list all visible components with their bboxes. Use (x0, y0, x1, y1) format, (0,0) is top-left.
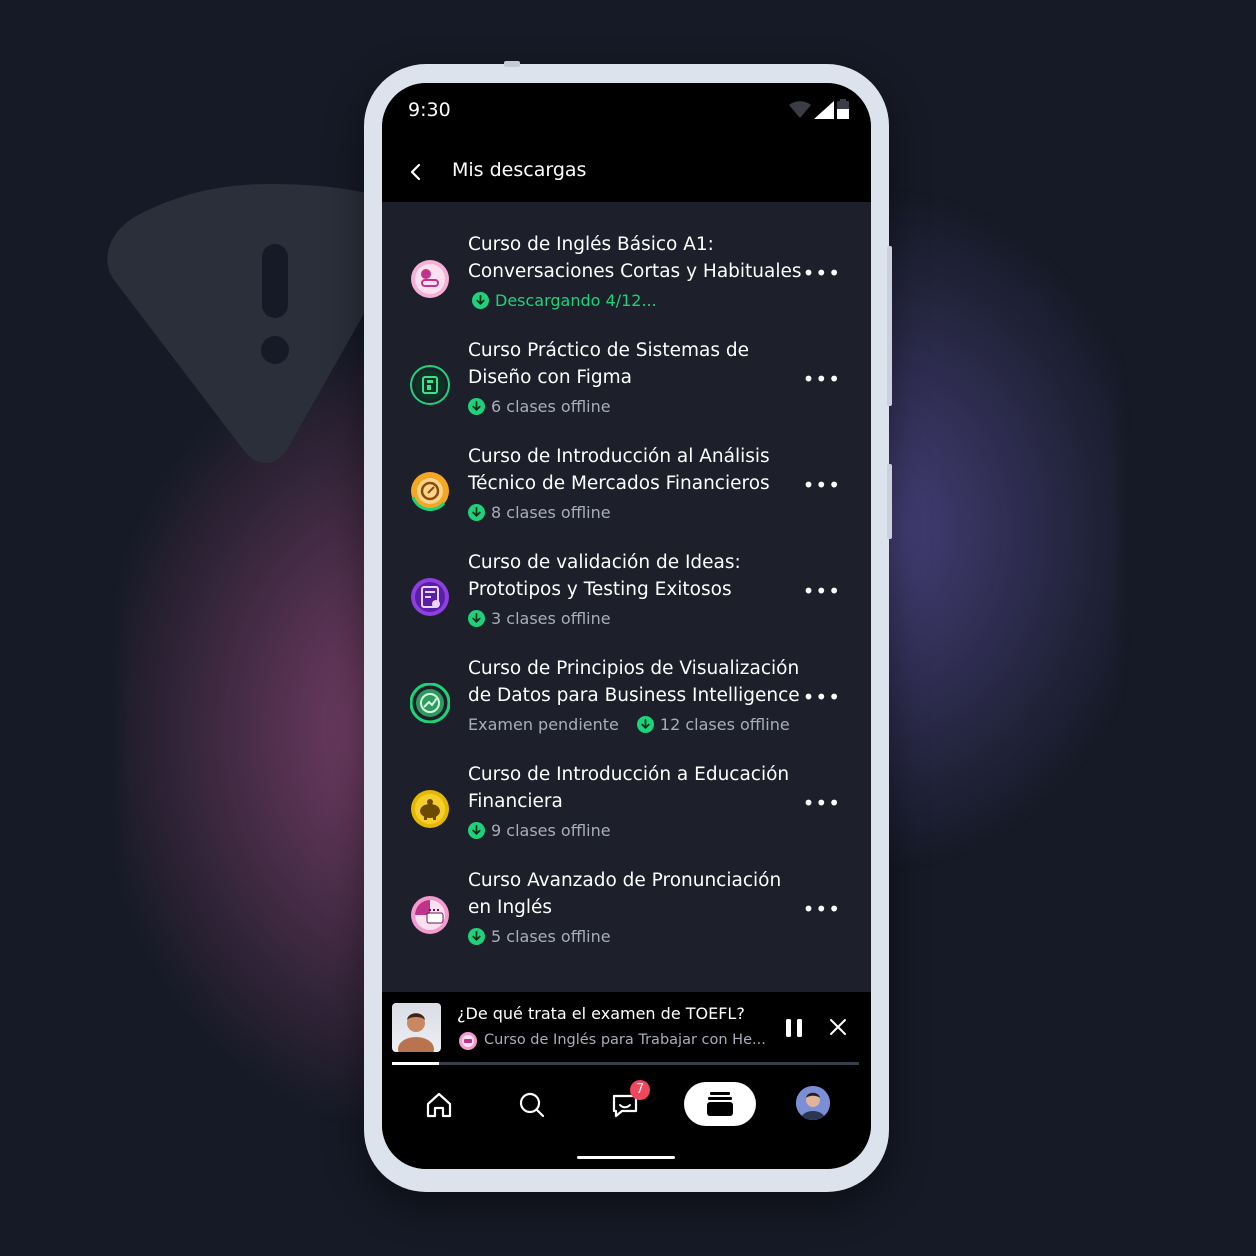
phone-frame: 9:30 Mis descargas Curso de Inglés Básic… (364, 61, 892, 1192)
video-thumbnail[interactable] (392, 1003, 441, 1052)
playback-progress-fill (392, 1062, 439, 1065)
list-item[interactable]: Curso Avanzado de Pronunciación en Inglé… (382, 857, 871, 963)
data-viz-icon (410, 683, 450, 723)
course-title: Curso de Introducción a Educación Financ… (468, 764, 790, 812)
more-options-icon[interactable]: ••• (803, 897, 841, 921)
downloaded-icon (468, 928, 485, 945)
list-item[interactable]: Curso de Introducción a Educación Financ… (382, 751, 871, 857)
download-progress-icon (472, 292, 489, 309)
search-icon[interactable] (517, 1090, 547, 1120)
figma-course-icon (410, 365, 450, 405)
close-icon[interactable] (828, 1017, 848, 1037)
mini-player[interactable]: ¿De qué trata el examen de TOEFL? Curso … (382, 992, 871, 1076)
course-status: 5 clases offline (468, 927, 611, 946)
home-icon[interactable] (424, 1090, 454, 1120)
downloaded-icon (468, 504, 485, 521)
pause-icon[interactable] (782, 1016, 806, 1040)
course-status: 8 clases offline (468, 503, 611, 522)
phone-screen: 9:30 Mis descargas Curso de Inglés Básic… (382, 83, 871, 1169)
downloaded-icon (636, 716, 654, 733)
downloaded-icon (468, 822, 485, 839)
back-icon[interactable] (404, 160, 428, 184)
list-item[interactable]: Curso de Principios de Visualización de … (382, 645, 871, 751)
course-title: Curso Avanzado de Pronunciación en Inglé… (468, 870, 782, 918)
status-text: 3 clases offline (491, 609, 611, 628)
english-course-icon (411, 260, 449, 298)
finance-chart-icon (411, 472, 449, 511)
course-badge-icon (459, 1032, 477, 1050)
more-options-icon[interactable]: ••• (803, 473, 841, 497)
bottom-nav: 7 (382, 1076, 871, 1169)
list-item[interactable]: Curso de Introducción al Análisis Técnic… (382, 433, 871, 539)
avatar-icon (796, 1086, 830, 1120)
playback-progress[interactable] (392, 1062, 859, 1065)
downloads-icon (707, 1092, 733, 1116)
prototype-icon (411, 578, 449, 616)
status-text: 5 clases offline (491, 927, 611, 946)
list-item[interactable]: Curso de validación de Ideas: Prototipos… (382, 539, 871, 645)
downloads-list: Curso de Inglés Básico A1: Conversacione… (382, 221, 871, 963)
page-title: Mis descargas (452, 159, 587, 181)
more-options-icon[interactable]: ••• (803, 261, 841, 285)
instructor-thumbnail-icon (398, 1013, 434, 1052)
course-title: Curso Práctico de Sistemas de Diseño con… (468, 340, 749, 388)
exam-pending-label: Examen pendiente (468, 715, 619, 734)
more-options-icon[interactable]: ••• (803, 791, 841, 815)
course-title: Curso de Inglés Básico A1: Conversacione… (468, 234, 802, 282)
status-time: 9:30 (408, 99, 451, 121)
course-status: 9 clases offline (468, 821, 611, 840)
piggy-bank-icon (411, 790, 449, 828)
course-title: Curso de validación de Ideas: Prototipos… (468, 552, 741, 600)
list-item[interactable]: Curso Práctico de Sistemas de Diseño con… (382, 327, 871, 433)
battery-icon (837, 99, 849, 119)
app-bar: Mis descargas (382, 143, 871, 202)
status-text: 12 clases offline (659, 715, 790, 734)
more-options-icon[interactable]: ••• (803, 579, 841, 603)
course-title: Curso de Principios de Visualización de … (468, 658, 800, 706)
course-status: Descargando 4/12... (472, 291, 657, 310)
course-status: Examen pendiente 12 clases offline (468, 715, 790, 734)
wifi-icon (789, 101, 811, 118)
english-pronunciation-icon (411, 896, 449, 934)
course-status: 6 clases offline (468, 397, 611, 416)
course-title: Curso de Introducción al Análisis Técnic… (468, 446, 770, 494)
status-bar: 9:30 (382, 83, 871, 143)
now-playing-title: ¿De qué trata el examen de TOEFL? (457, 1004, 745, 1023)
now-playing-course: Curso de Inglés para Trabajar con He... (484, 1032, 766, 1048)
more-options-icon[interactable]: ••• (803, 685, 841, 709)
tab-downloads[interactable] (684, 1082, 756, 1126)
downloaded-icon (468, 398, 485, 415)
notification-badge: 7 (630, 1080, 650, 1100)
profile-avatar[interactable] (796, 1086, 830, 1120)
status-text: 9 clases offline (491, 821, 611, 840)
signal-icon (814, 101, 834, 119)
home-indicator (577, 1156, 675, 1159)
downloaded-icon (468, 610, 485, 627)
course-status: 3 clases offline (468, 609, 611, 628)
list-item[interactable]: Curso de Inglés Básico A1: Conversacione… (382, 221, 871, 327)
more-options-icon[interactable]: ••• (803, 367, 841, 391)
status-text: 8 clases offline (491, 503, 611, 522)
status-text: 6 clases offline (491, 397, 611, 416)
status-text: Descargando 4/12... (495, 291, 657, 310)
